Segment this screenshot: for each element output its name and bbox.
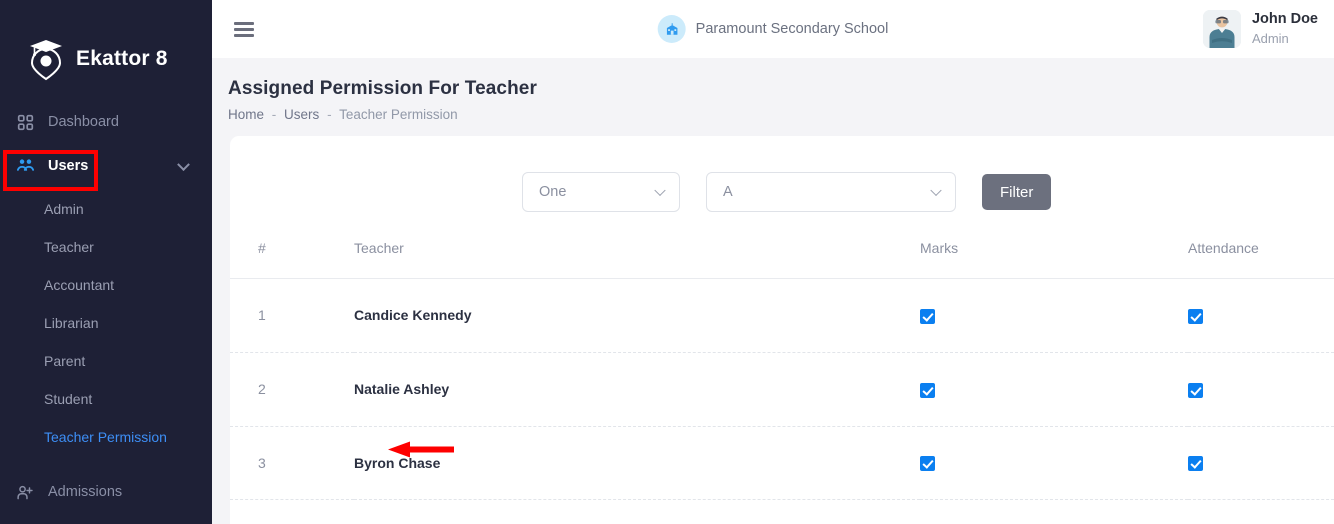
row-attendance-cell [1188,352,1334,426]
attendance-checkbox[interactable] [1188,383,1203,398]
grid-dots-icon [14,111,36,133]
hamburger-bar [234,28,254,31]
main-area: Paramount Secondary School [212,0,1334,524]
breadcrumb-current: Teacher Permission [339,107,458,122]
sidebar-subitem-student[interactable]: Student [0,380,212,418]
sidebar-subitem-teacher[interactable]: Teacher [0,228,212,266]
marks-checkbox[interactable] [920,309,935,324]
chevron-down-icon[interactable] [177,158,190,171]
sidebar-subitem-label: Parent [44,353,85,369]
section-select-value: A [723,184,733,200]
sidebar-subitem-parent[interactable]: Parent [0,342,212,380]
marks-checkbox[interactable] [920,383,935,398]
table-row: 3 Byron Chase [230,426,1334,500]
breadcrumb: Home - Users - Teacher Permission [228,107,1334,122]
row-marks-cell [920,352,1188,426]
attendance-checkbox[interactable] [1188,309,1203,324]
table-row: 1 Candice Kennedy [230,279,1334,353]
sidebar-item-label: Dashboard [48,114,119,130]
sidebar-subitem-label: Teacher [44,239,94,255]
page-header: Assigned Permission For Teacher Home - U… [212,58,1334,136]
class-select-value: One [539,184,566,200]
brand[interactable]: Ekattor 8 [0,0,212,96]
content-card: One A Filter # Teacher Marks Attendance [230,136,1334,524]
sidebar-item-label: Admissions [48,484,122,500]
row-teacher-name: Candice Kennedy [354,279,920,353]
graduation-cap-pin-logo [26,37,66,81]
user-menu[interactable]: John Doe Admin [1203,10,1318,48]
row-index: 1 [230,279,354,353]
breadcrumb-home[interactable]: Home [228,107,264,122]
attendance-checkbox[interactable] [1188,456,1203,471]
sidebar-item-users[interactable]: Users [0,144,212,188]
hamburger-icon[interactable] [234,22,254,37]
row-teacher-name: Natalie Ashley [354,352,920,426]
user-plus-icon [14,481,36,503]
row-attendance-cell [1188,426,1334,500]
section-select[interactable]: A [706,172,956,212]
sidebar-subitem-librarian[interactable]: Librarian [0,304,212,342]
avatar [1203,10,1241,48]
school-selector[interactable]: Paramount Secondary School [658,15,889,43]
sidebar-nav: Dashboard Users Admin Teacher Account [0,100,212,514]
row-teacher-name: Byron Chase [354,426,920,500]
table-head: # Teacher Marks Attendance [230,240,1334,279]
teacher-permission-table: # Teacher Marks Attendance 1 Candice Ken… [230,240,1334,500]
filter-button[interactable]: Filter [982,174,1051,210]
sidebar-subitem-accountant[interactable]: Accountant [0,266,212,304]
nav-spacer [0,456,212,470]
chevron-down-icon [654,185,665,196]
app-root: Ekattor 8 Dashboard [0,0,1334,524]
table-row: 2 Natalie Ashley [230,352,1334,426]
hamburger-bar [234,34,254,37]
table-body: 1 Candice Kennedy 2 Natalie Ashley 3 Byr… [230,279,1334,500]
sidebar-item-label: Users [48,158,88,174]
sidebar: Ekattor 8 Dashboard [0,0,212,524]
user-role: Admin [1252,30,1318,48]
breadcrumb-separator: - [327,107,332,122]
table-header-row: # Teacher Marks Attendance [230,240,1334,279]
row-marks-cell [920,279,1188,353]
hamburger-bar [234,22,254,25]
row-index: 3 [230,426,354,500]
breadcrumb-users[interactable]: Users [284,107,319,122]
topbar: Paramount Secondary School [212,0,1334,58]
marks-checkbox[interactable] [920,456,935,471]
th-marks: Marks [920,240,1188,279]
sidebar-subitem-teacher-permission[interactable]: Teacher Permission [0,418,212,456]
school-name: Paramount Secondary School [696,21,889,37]
sidebar-subitem-label: Student [44,391,92,407]
row-marks-cell [920,426,1188,500]
sidebar-item-admissions[interactable]: Admissions [0,470,212,514]
user-name: John Doe [1252,10,1318,30]
sidebar-subitem-label: Accountant [44,277,114,293]
users-icon [14,155,36,177]
th-index: # [230,240,354,279]
th-teacher: Teacher [354,240,920,279]
row-attendance-cell [1188,279,1334,353]
school-building-icon [658,15,686,43]
brand-name: Ekattor 8 [76,47,168,71]
row-index: 2 [230,352,354,426]
th-attendance: Attendance [1188,240,1334,279]
sidebar-subitem-label: Teacher Permission [44,429,167,445]
breadcrumb-separator: - [272,107,277,122]
sidebar-subitem-admin[interactable]: Admin [0,190,212,228]
page-title: Assigned Permission For Teacher [228,78,1334,100]
sidebar-subitem-label: Librarian [44,315,98,331]
sidebar-subitem-label: Admin [44,201,84,217]
sidebar-item-dashboard[interactable]: Dashboard [0,100,212,144]
users-submenu: Admin Teacher Accountant Librarian Paren… [0,188,212,456]
chevron-down-icon [930,185,941,196]
user-meta: John Doe Admin [1252,10,1318,47]
filter-bar: One A Filter [230,172,1334,212]
class-select[interactable]: One [522,172,680,212]
